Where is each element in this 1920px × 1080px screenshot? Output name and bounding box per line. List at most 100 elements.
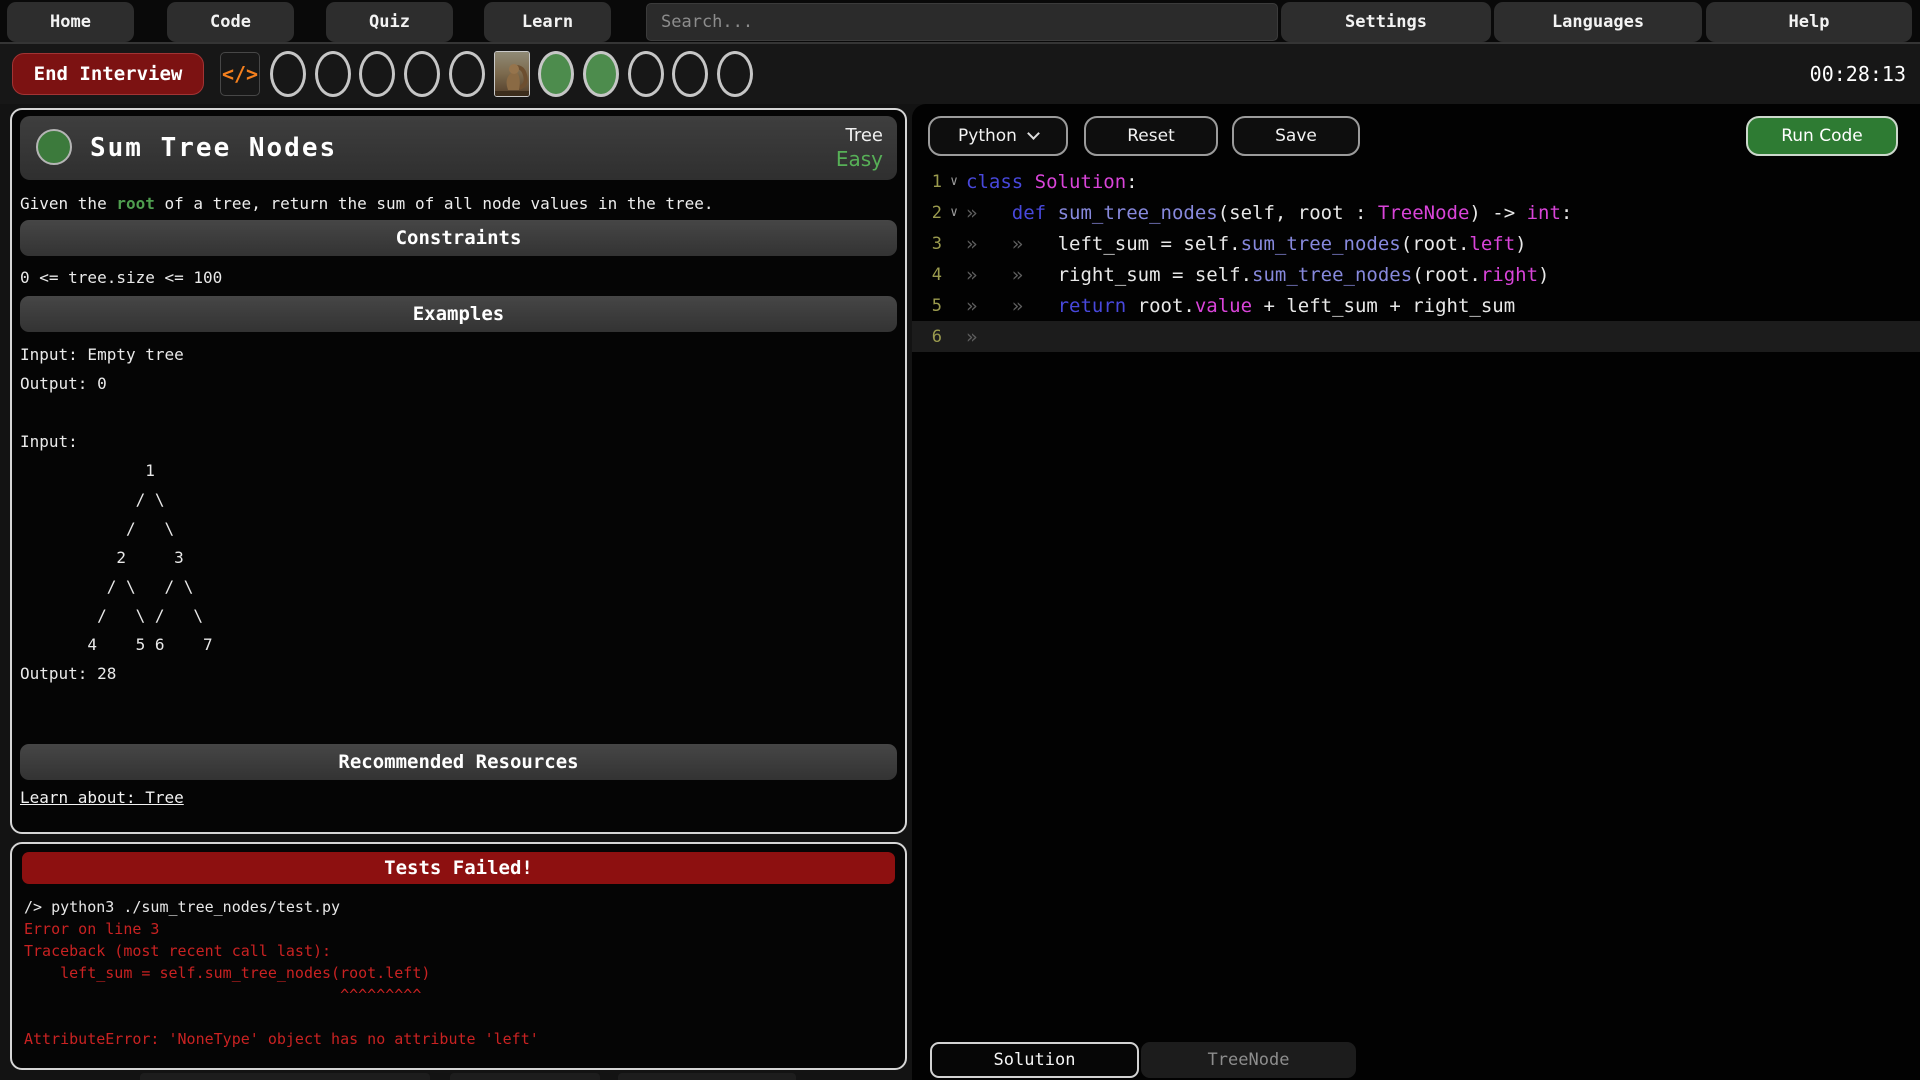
squirrel-photo[interactable] [494,51,530,97]
save-button[interactable]: Save [1232,116,1360,156]
code-line-1[interactable]: 1∨class Solution: [912,166,1920,197]
line-number: 3 [912,234,942,254]
nav-tab-code[interactable]: Code [167,2,294,42]
example-line: Output: 0 [20,369,213,398]
language-select[interactable]: Python [928,116,1068,156]
nav-tab-quiz[interactable]: Quiz [326,2,453,42]
progress-circle-1-empty[interactable] [270,51,306,97]
progress-circle-9-empty[interactable] [628,51,664,97]
fold-toggle-icon[interactable]: ∨ [942,205,966,220]
code-brackets-icon[interactable]: </> [220,52,260,96]
example-line: 1 [20,456,213,485]
line-number: 5 [912,296,942,316]
cutoff-tab [450,1073,600,1080]
nav-tab-settings[interactable]: Settings [1281,2,1491,42]
progress-circle-7-complete[interactable] [538,51,574,97]
difficulty-badge: Easy [836,147,883,171]
code-token: class [966,171,1023,193]
code-token: » [966,233,977,255]
search-box[interactable] [646,3,1278,41]
chevron-down-icon [1027,127,1040,140]
progress-circle-10-empty[interactable] [672,51,708,97]
problem-tags: Tree Easy [836,116,883,180]
nav-tab-help[interactable]: Help [1706,2,1912,42]
code-token [977,295,1011,317]
code-line-4[interactable]: 4» » right_sum = self.sum_tree_nodes(roo… [912,259,1920,290]
code-line-6[interactable]: 6» [912,321,1920,352]
code-line-3[interactable]: 3 » » left_sum = self.sum_tree_nodes(root… [912,228,1920,259]
progress-circle-2-empty[interactable] [315,51,351,97]
progress-circle-4-empty[interactable] [404,51,440,97]
description-prefix: Given the [20,194,116,213]
code-token [1023,233,1057,255]
reset-button[interactable]: Reset [1084,116,1218,156]
code-token: Solution [1035,171,1127,193]
example-line: Input: [20,427,213,456]
code-token: sum_tree_nodes [1058,202,1218,224]
line-number: 2 [912,203,942,223]
progress-circle-3-empty[interactable] [359,51,395,97]
code-token: » [966,202,977,224]
code-token: » [966,295,977,317]
nav-tab-languages[interactable]: Languages [1494,2,1702,42]
progress-circle-11-empty[interactable] [717,51,753,97]
example-line: Input: Empty tree [20,340,213,369]
session-timer: 00:28:13 [1810,44,1906,104]
code-line-2[interactable]: 2∨» def sum_tree_nodes(self, root : Tree… [912,197,1920,228]
code-token [1023,295,1057,317]
tests-output: /> python3 ./sum_tree_nodes/test.pyError… [24,896,539,1050]
code-text: » » right_sum = self.sum_tree_nodes(root… [966,264,1549,286]
end-interview-button[interactable]: End Interview [12,53,204,95]
nav-tab-home[interactable]: Home [7,2,134,42]
example-line: Output: 28 [20,659,213,688]
code-token: » [1012,264,1023,286]
nav-tab-learn[interactable]: Learn [484,2,611,42]
code-text: » [966,326,977,348]
code-editor[interactable]: 1∨class Solution:2∨» def sum_tree_nodes(… [912,166,1920,352]
code-text: » » left_sum = self.sum_tree_nodes(root.… [966,233,1527,255]
description-suffix: of a tree, return the sum of all node va… [155,194,714,213]
fold-toggle-icon[interactable]: ∨ [942,174,966,189]
tab-treenode[interactable]: TreeNode [1141,1042,1356,1078]
cutoff-tab [618,1073,796,1080]
app-screen: Home Code Quiz Learn SettingsLanguagesHelp E… [0,0,1920,1080]
example-line: / \ [20,514,213,543]
search-input[interactable] [647,4,1277,40]
constraints-header: Constraints [20,220,897,256]
code-token: right_sum = self. [1058,264,1252,286]
test-output-line: Traceback (most recent call last): [24,940,539,962]
code-token: + left_sum + right_sum [1252,295,1515,317]
tab-solution[interactable]: Solution [930,1042,1139,1078]
progress-circle-5-empty[interactable] [449,51,485,97]
test-output-line: left_sum = self.sum_tree_nodes(root.left… [24,962,539,984]
code-token: : [1126,171,1137,193]
code-token: value [1195,295,1252,317]
code-line-5[interactable]: 5 » » return root.value + left_sum + righ… [912,290,1920,321]
code-text: » def sum_tree_nodes(self, root : TreeNo… [966,202,1572,224]
example-line: / \ / \ [20,601,213,630]
run-code-button[interactable]: Run Code [1746,116,1898,156]
problem-header: Sum Tree Nodes Tree Easy [20,116,897,180]
code-token [1023,264,1057,286]
problem-description: Given the root of a tree, return the sum… [20,194,714,213]
examples-block: Input: Empty treeOutput: 0 Input: 1 / \ … [20,340,213,688]
code-token [977,264,1011,286]
code-token: return [1058,295,1127,317]
test-output-line [24,1006,539,1028]
learn-about-tree-link[interactable]: Learn about: Tree [20,788,184,807]
line-number: 6 [912,327,942,347]
code-token: » [966,326,977,348]
example-line: / \ [20,485,213,514]
code-token [977,233,1011,255]
test-output-line: Error on line 3 [24,918,539,940]
code-token: : [1561,202,1572,224]
code-token: right [1481,264,1538,286]
code-text: » » return root.value + left_sum + right… [966,295,1515,317]
code-token [977,202,1011,224]
problem-panel: Sum Tree Nodes Tree Easy Given the root … [10,108,907,834]
code-token: » [1012,295,1023,317]
progress-circle-8-complete[interactable] [583,51,619,97]
example-line: 2 3 [20,543,213,572]
code-token: def [1012,202,1046,224]
example-line [20,398,213,427]
